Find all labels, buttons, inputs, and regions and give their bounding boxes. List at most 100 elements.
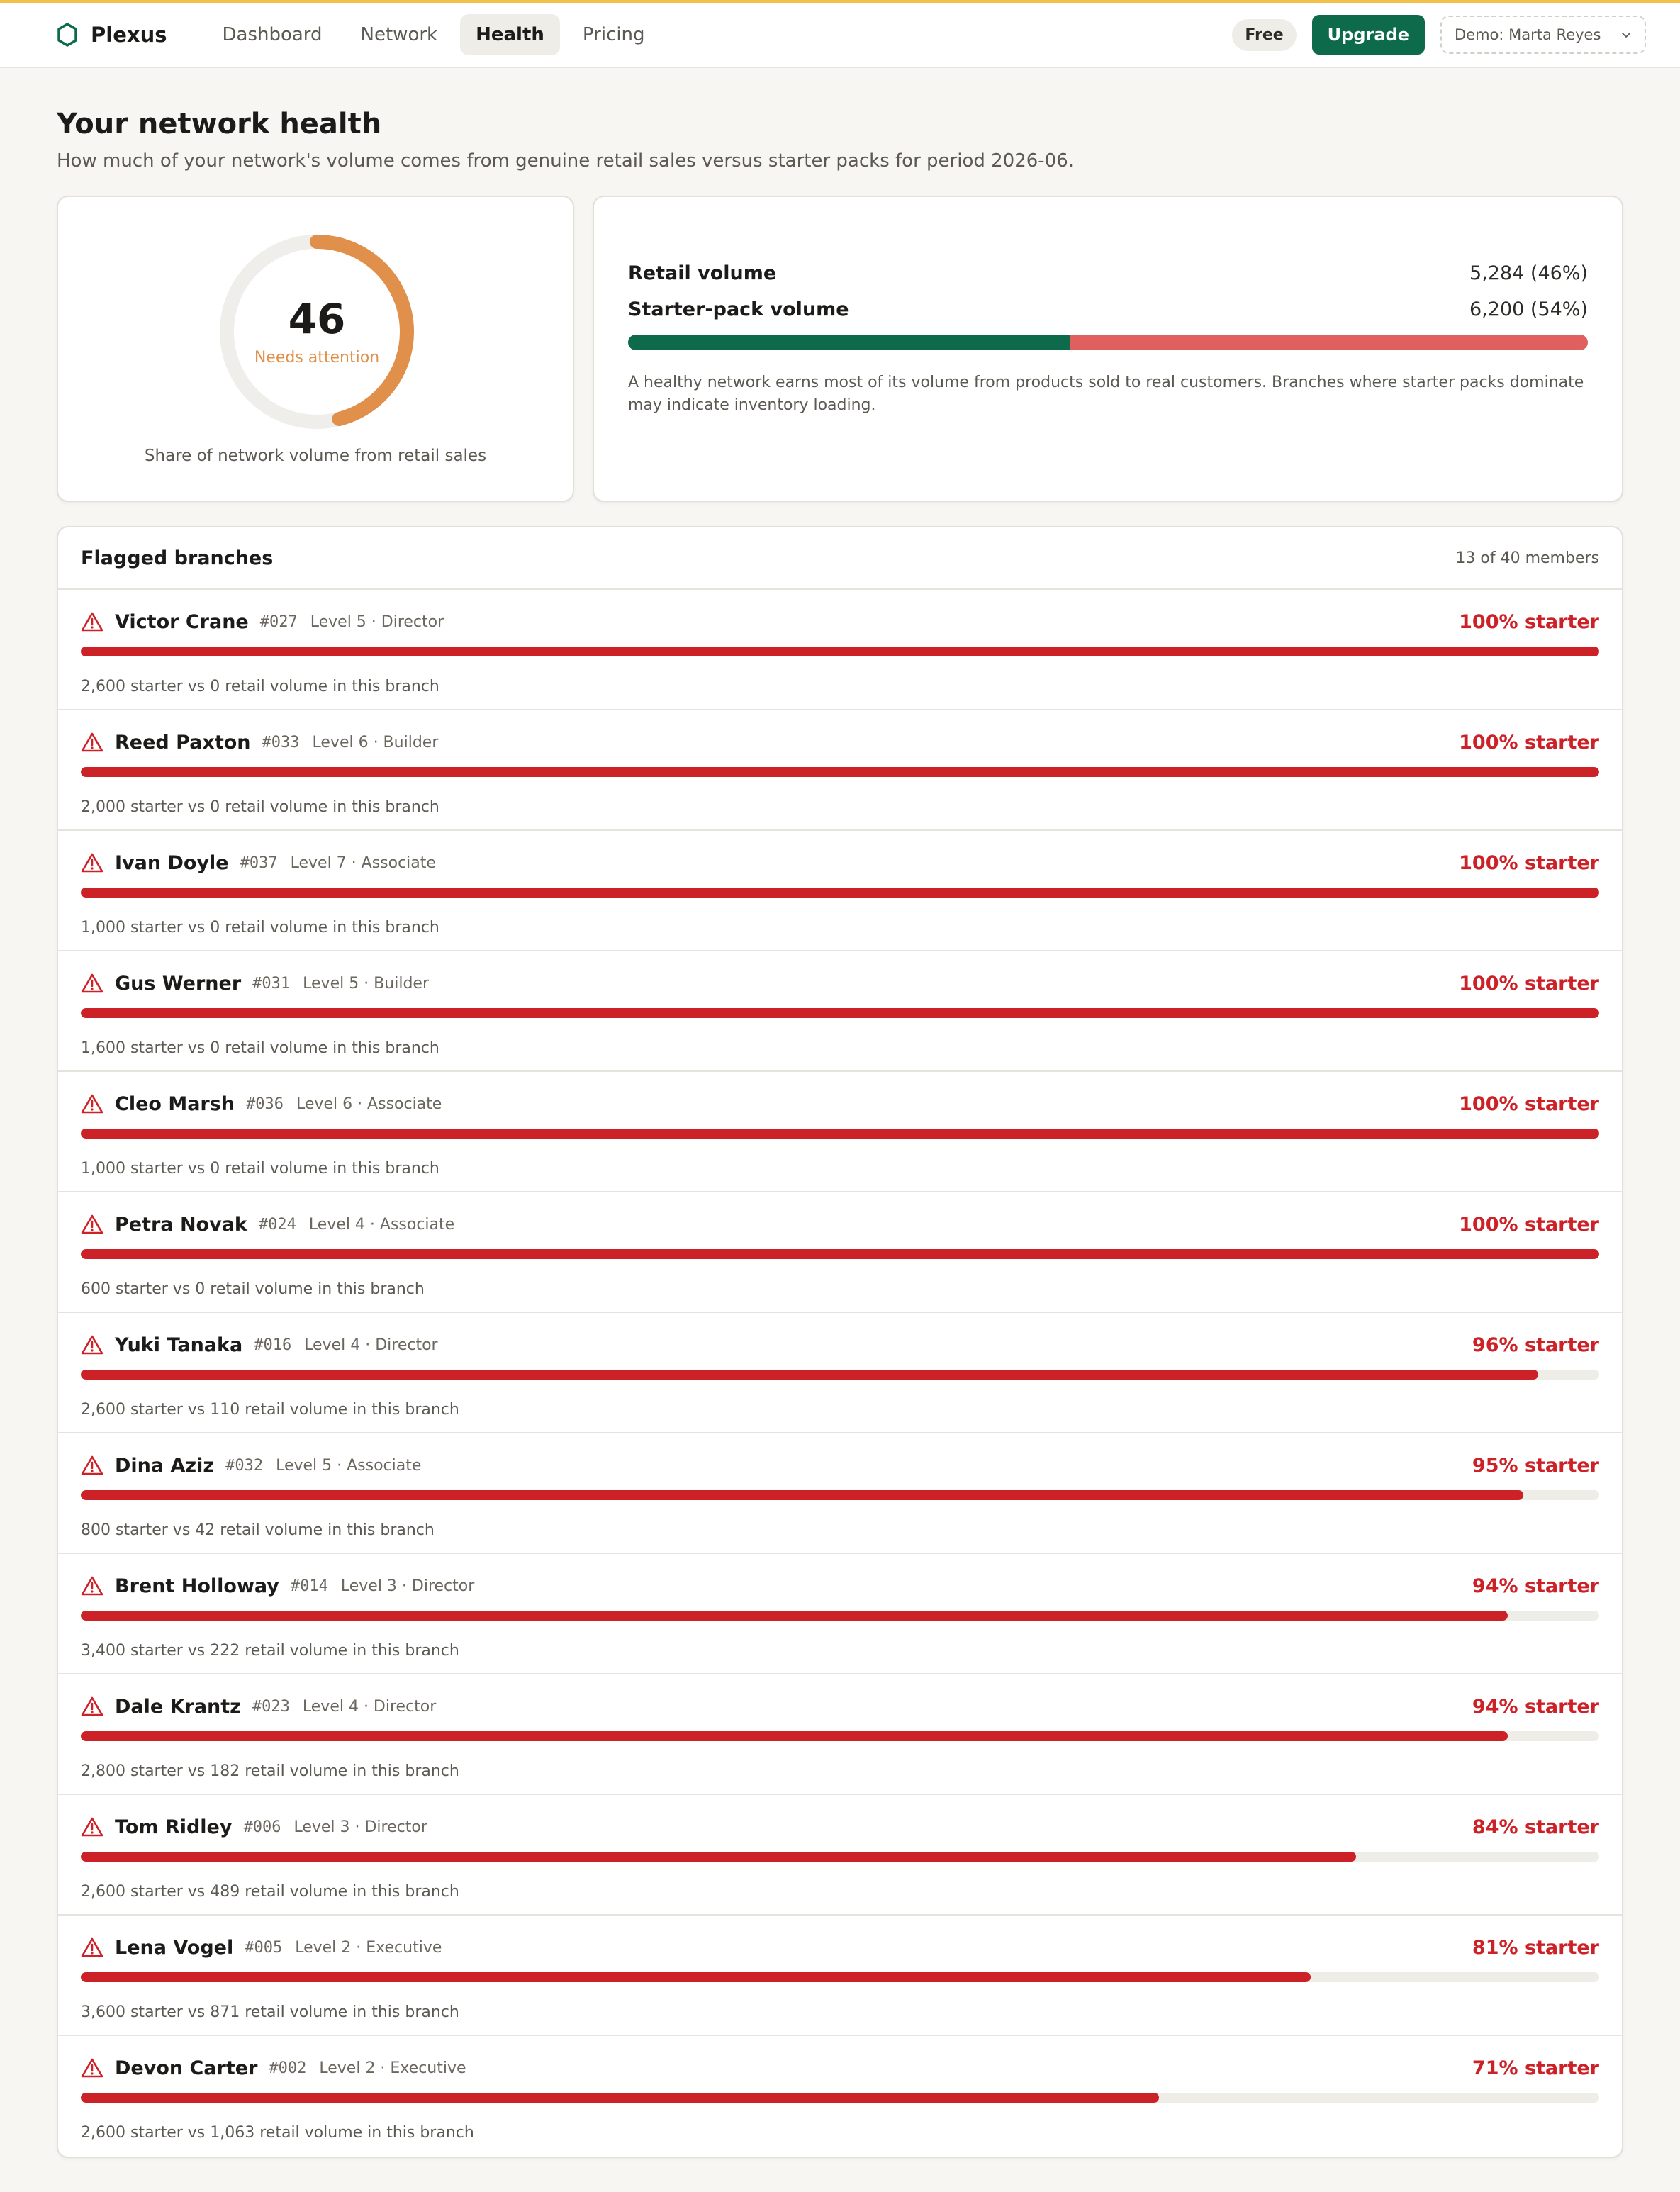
branch-row[interactable]: Petra Novak #024 Level 4 · Associate 100… — [58, 1192, 1622, 1313]
branch-starter-bar-fill — [81, 1370, 1539, 1380]
branch-member-name: Lena Vogel — [115, 1936, 234, 1959]
branch-member-level: Level 4 · Director — [304, 1336, 438, 1354]
branch-starter-bar-fill — [81, 767, 1599, 777]
branch-starter-percent: 71% starter — [1472, 2057, 1599, 2079]
branch-row-header: Brent Holloway #014 Level 3 · Director 9… — [81, 1572, 1599, 1599]
branch-row[interactable]: Dale Krantz #023 Level 4 · Director 94% … — [58, 1674, 1622, 1795]
branch-row-header: Lena Vogel #005 Level 2 · Executive 81% … — [81, 1934, 1599, 1961]
nav-right: Free Upgrade Demo: Marta Reyes — [1232, 15, 1646, 55]
branch-row[interactable]: Devon Carter #002 Level 2 · Executive 71… — [58, 2036, 1622, 2157]
warning-triangle-icon — [81, 853, 103, 873]
branch-member-level: Level 5 · Director — [310, 613, 444, 631]
branch-starter-percent: 94% starter — [1472, 1695, 1599, 1718]
branch-volume-note: 600 starter vs 0 retail volume in this b… — [81, 1280, 425, 1298]
warning-triangle-icon — [81, 1335, 103, 1355]
branch-starter-percent: 100% starter — [1459, 1213, 1599, 1236]
nav-link-dashboard[interactable]: Dashboard — [206, 14, 337, 55]
hexagon-logo-icon — [57, 23, 77, 47]
warning-triangle-icon — [81, 1214, 103, 1234]
brand[interactable]: Plexus — [57, 23, 167, 47]
health-score-card: 46 Needs attention Share of network volu… — [57, 196, 574, 502]
account-select[interactable]: Demo: Marta Reyes — [1440, 16, 1646, 54]
branch-starter-percent: 96% starter — [1472, 1333, 1599, 1356]
branch-row-header: Yuki Tanaka #016 Level 4 · Director 96% … — [81, 1331, 1599, 1358]
branch-member-level: Level 6 · Associate — [296, 1095, 442, 1113]
branch-member-name: Tom Ridley — [115, 1816, 233, 1838]
branch-starter-bar — [81, 767, 1599, 777]
branch-member-name: Devon Carter — [115, 2057, 258, 2079]
branch-starter-percent: 100% starter — [1459, 851, 1599, 874]
branch-row-header: Victor Crane #027 Level 5 · Director 100… — [81, 608, 1599, 635]
brand-name: Plexus — [91, 23, 167, 47]
branch-member-id: #016 — [254, 1336, 292, 1354]
branch-starter-bar — [81, 1129, 1599, 1139]
nav-link-pricing[interactable]: Pricing — [567, 14, 661, 55]
volume-split-bar — [628, 335, 1588, 350]
branch-starter-bar — [81, 1008, 1599, 1018]
starter-volume-value: 6,200 (54%) — [1469, 298, 1588, 320]
main-content: Your network health How much of your net… — [0, 108, 1680, 2158]
branch-row[interactable]: Lena Vogel #005 Level 2 · Executive 81% … — [58, 1916, 1622, 2036]
volume-note: A healthy network earns most of its volu… — [628, 374, 1584, 414]
branch-starter-bar — [81, 1490, 1599, 1500]
nav-links: Dashboard Network Health Pricing — [206, 14, 660, 55]
retail-volume-segment — [628, 335, 1070, 350]
warning-triangle-icon — [81, 1937, 103, 1957]
branch-row[interactable]: Reed Paxton #033 Level 6 · Builder 100% … — [58, 710, 1622, 831]
branch-volume-note: 1,000 starter vs 0 retail volume in this… — [81, 919, 439, 936]
page-subtitle: How much of your network's volume comes … — [57, 150, 1075, 172]
branch-starter-bar-fill — [81, 647, 1599, 656]
branch-starter-bar-fill — [81, 1611, 1508, 1621]
nav-link-network[interactable]: Network — [345, 14, 454, 55]
branch-starter-bar-fill — [81, 1249, 1599, 1259]
upgrade-button[interactable]: Upgrade — [1311, 15, 1425, 55]
branch-row[interactable]: Dina Aziz #032 Level 5 · Associate 95% s… — [58, 1433, 1622, 1554]
retail-volume-row: Retail volume 5,284 (46%) — [628, 262, 1588, 284]
branch-member-name: Victor Crane — [115, 610, 249, 633]
branch-starter-bar-fill — [81, 1852, 1357, 1862]
flagged-branches-count: 13 of 40 members — [1455, 549, 1599, 567]
branch-starter-bar — [81, 647, 1599, 656]
branch-starter-bar-fill — [81, 1731, 1508, 1741]
branch-member-name: Dale Krantz — [115, 1695, 241, 1718]
nav-link-health[interactable]: Health — [460, 14, 560, 55]
branch-starter-bar — [81, 1852, 1599, 1862]
warning-triangle-icon — [81, 973, 103, 993]
branch-starter-percent: 100% starter — [1459, 610, 1599, 633]
branch-member-level: Level 2 · Executive — [319, 2059, 466, 2077]
chevron-down-icon — [1622, 33, 1630, 38]
health-score-caption: Share of network volume from retail sale… — [144, 447, 487, 465]
branch-starter-percent: 100% starter — [1459, 1092, 1599, 1115]
branch-row[interactable]: Tom Ridley #006 Level 3 · Director 84% s… — [58, 1795, 1622, 1916]
flagged-branches-card: Flagged branches 13 of 40 members Victor… — [57, 526, 1623, 2158]
branch-starter-percent: 81% starter — [1472, 1936, 1599, 1959]
branch-row[interactable]: Brent Holloway #014 Level 3 · Director 9… — [58, 1554, 1622, 1674]
branch-member-level: Level 4 · Associate — [308, 1215, 455, 1234]
branch-row-header: Gus Werner #031 Level 5 · Builder 100% s… — [81, 970, 1599, 997]
page-title: Your network health — [57, 108, 382, 140]
branch-row[interactable]: Cleo Marsh #036 Level 6 · Associate 100%… — [58, 1072, 1622, 1192]
branch-volume-note: 2,800 starter vs 182 retail volume in th… — [81, 1762, 459, 1780]
branch-row[interactable]: Gus Werner #031 Level 5 · Builder 100% s… — [58, 951, 1622, 1072]
branch-volume-note: 2,600 starter vs 489 retail volume in th… — [81, 1883, 459, 1901]
warning-triangle-icon — [81, 1455, 103, 1475]
branch-volume-note: 1,000 starter vs 0 retail volume in this… — [81, 1160, 439, 1178]
branch-member-id: #037 — [240, 854, 278, 872]
branch-member-id: #036 — [246, 1095, 284, 1113]
branch-member-name: Reed Paxton — [115, 731, 251, 754]
branch-row-header: Tom Ridley #006 Level 3 · Director 84% s… — [81, 1813, 1599, 1840]
retail-volume-value: 5,284 (46%) — [1469, 262, 1588, 284]
branch-row[interactable]: Victor Crane #027 Level 5 · Director 100… — [58, 590, 1622, 710]
flagged-branches-header: Flagged branches 13 of 40 members — [58, 527, 1622, 590]
health-score-status: Needs attention — [254, 349, 380, 367]
summary-cards: 46 Needs attention Share of network volu… — [57, 196, 1623, 502]
starter-volume-label: Starter-pack volume — [628, 298, 849, 320]
branch-member-level: Level 6 · Builder — [312, 733, 439, 751]
branch-row[interactable]: Yuki Tanaka #016 Level 4 · Director 96% … — [58, 1313, 1622, 1433]
branch-member-id: #031 — [252, 974, 291, 992]
branch-row[interactable]: Ivan Doyle #037 Level 7 · Associate 100%… — [58, 831, 1622, 951]
branch-volume-note: 3,400 starter vs 222 retail volume in th… — [81, 1642, 459, 1660]
branch-volume-note: 2,600 starter vs 110 retail volume in th… — [81, 1401, 459, 1419]
branch-member-level: Level 4 · Director — [302, 1697, 437, 1716]
branch-member-name: Ivan Doyle — [115, 851, 229, 874]
